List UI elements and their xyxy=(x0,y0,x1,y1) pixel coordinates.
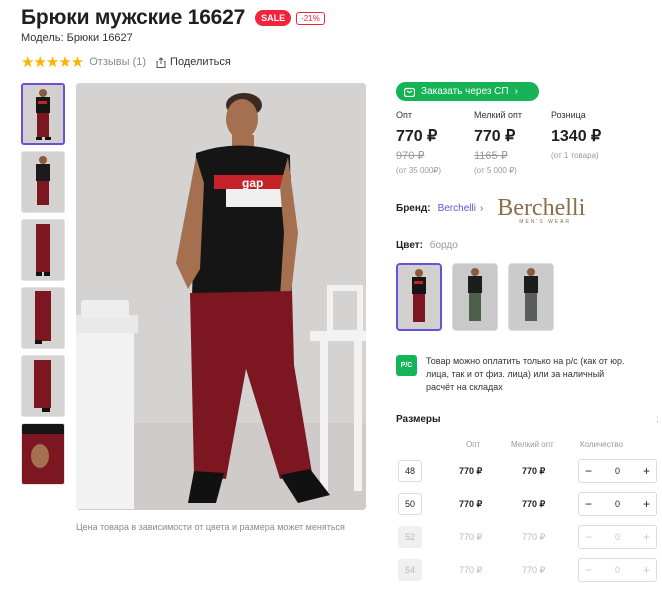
plus-icon: + xyxy=(642,530,650,544)
minus-icon[interactable]: − xyxy=(585,464,592,478)
thumbnail-5[interactable] xyxy=(21,355,65,417)
size-price-small-opt: 770 ₽ xyxy=(522,465,546,476)
thumbnail-list xyxy=(21,83,65,491)
share-icon xyxy=(156,56,166,68)
price-old: 970 ₽ xyxy=(396,150,425,162)
size-row: 52 770 ₽ 770 ₽ − 0 + xyxy=(398,525,657,549)
size-price-opt: 770 ₽ xyxy=(459,564,483,575)
sizes-title: Размеры xyxy=(396,414,441,425)
brand-link[interactable]: Berchelli xyxy=(438,203,476,214)
product-model: Модель: Брюки 16627 xyxy=(21,32,133,44)
size-row: 54 770 ₽ 770 ₽ − 0 + xyxy=(398,558,657,582)
size-label: 50 xyxy=(398,493,422,515)
price-label: Опт xyxy=(396,110,412,120)
share-button[interactable]: Поделиться xyxy=(156,56,231,68)
size-label: 48 xyxy=(398,460,422,482)
quantity-stepper: − 0 + xyxy=(578,492,657,516)
sizes-header-small-opt: Мелкий опт xyxy=(511,440,554,449)
price-label: Розница xyxy=(551,110,586,120)
sale-badge: SALE xyxy=(255,10,292,26)
size-price-small-opt: 770 ₽ xyxy=(522,564,546,575)
chevron-right-icon: › xyxy=(514,86,518,97)
main-product-image[interactable]: gap xyxy=(76,83,366,510)
price-value: 770 ₽ xyxy=(396,128,438,145)
quantity-value: 0 xyxy=(614,565,620,575)
order-via-sp-button[interactable]: Заказать через СП › xyxy=(396,82,539,101)
chevron-right-icon: › xyxy=(479,203,484,214)
thumbnail-4[interactable] xyxy=(21,287,65,349)
price-caption: Цена товара в зависимости от цвета и раз… xyxy=(76,522,345,532)
brand-logo-text: Berchelli xyxy=(497,195,586,221)
plus-icon[interactable]: + xyxy=(643,497,650,511)
quantity-value[interactable]: 0 xyxy=(615,499,620,509)
size-row: 50 770 ₽ 770 ₽ − 0 + xyxy=(398,492,657,516)
plus-icon: + xyxy=(642,563,650,577)
sizes-more: : xyxy=(656,414,659,425)
thumbnail-1[interactable] xyxy=(21,83,65,145)
quantity-value[interactable]: 0 xyxy=(615,466,620,476)
minus-icon[interactable]: − xyxy=(585,497,592,511)
brand-logo[interactable]: Berchelli MEN'S WEAR xyxy=(497,195,586,225)
color-swatch-green[interactable] xyxy=(452,263,498,331)
size-price-small-opt: 770 ₽ xyxy=(522,531,546,542)
payment-note: Р/С Товар можно оплатить только на р/с (… xyxy=(396,355,626,394)
sizes-header-qty: Количество xyxy=(580,440,623,449)
title-row: Брюки мужские 16627 SALE -21% xyxy=(21,6,325,30)
cart-icon xyxy=(404,87,415,97)
quantity-stepper: − 0 + xyxy=(578,558,657,582)
thumbnail-2[interactable] xyxy=(21,151,65,213)
share-label: Поделиться xyxy=(170,56,231,68)
discount-badge: -21% xyxy=(296,11,325,25)
minus-icon: − xyxy=(585,530,593,544)
size-price-opt: 770 ₽ xyxy=(459,531,483,542)
price-wholesale: Опт 770 ₽ 970 ₽ (от 35 000₽) xyxy=(396,110,441,175)
size-price-opt: 770 ₽ xyxy=(459,498,483,509)
size-row: 48 770 ₽ 770 ₽ − 0 + xyxy=(398,459,657,483)
price-retail: Розница 1340 ₽ (от 1 товара) xyxy=(551,110,601,160)
price-small-wholesale: Мелкий опт 770 ₽ 1165 ₽ (от 5 000 ₽) xyxy=(474,110,522,175)
price-note: (от 35 000₽) xyxy=(396,166,442,175)
payment-note-text: Товар можно оплатить только на р/с (как … xyxy=(426,356,625,392)
plus-icon[interactable]: + xyxy=(643,464,650,478)
size-price-small-opt: 770 ₽ xyxy=(522,498,546,509)
thumbnail-3[interactable] xyxy=(21,219,65,281)
color-swatches xyxy=(396,263,564,331)
order-via-sp-label: Заказать через СП xyxy=(421,86,509,97)
thumbnail-6[interactable] xyxy=(21,423,65,485)
quantity-stepper: − 0 + xyxy=(578,459,657,483)
size-label: 54 xyxy=(398,559,422,581)
price-value: 1340 ₽ xyxy=(551,128,602,145)
price-value: 770 ₽ xyxy=(474,128,516,145)
svg-text:gap: gap xyxy=(242,176,263,190)
brand-logo-sub: MEN'S WEAR xyxy=(519,219,572,225)
reviews-link[interactable]: Отзывы (1) xyxy=(89,56,146,68)
color-label: Цвет: xyxy=(396,240,423,251)
quantity-value: 0 xyxy=(614,532,620,542)
brand-label: Бренд: xyxy=(396,203,431,214)
brand-row: Бренд: Berchelli › Berchelli MEN'S WEAR xyxy=(396,195,586,225)
price-label: Мелкий опт xyxy=(474,110,523,120)
rating-stars-icon: ★★★★★ xyxy=(21,54,84,71)
price-old: 1165 ₽ xyxy=(474,150,508,162)
invoice-payment-icon: Р/С xyxy=(396,355,417,376)
color-value: бордо xyxy=(429,240,458,251)
color-swatch-grey[interactable] xyxy=(508,263,554,331)
color-row: Цвет: бордо xyxy=(396,240,458,251)
rating-row: ★★★★★ Отзывы (1) Поделиться xyxy=(21,53,231,71)
sizes-header-opt: Опт xyxy=(466,440,481,449)
quantity-stepper: − 0 + xyxy=(578,525,657,549)
size-price-opt: 770 ₽ xyxy=(459,465,483,476)
price-note: (от 5 000 ₽) xyxy=(474,166,517,175)
price-note: (от 1 товара) xyxy=(551,151,599,160)
product-title: Брюки мужские 16627 xyxy=(21,6,246,29)
color-swatch-bordo[interactable] xyxy=(396,263,442,331)
size-label: 52 xyxy=(398,526,422,548)
minus-icon: − xyxy=(585,563,593,577)
